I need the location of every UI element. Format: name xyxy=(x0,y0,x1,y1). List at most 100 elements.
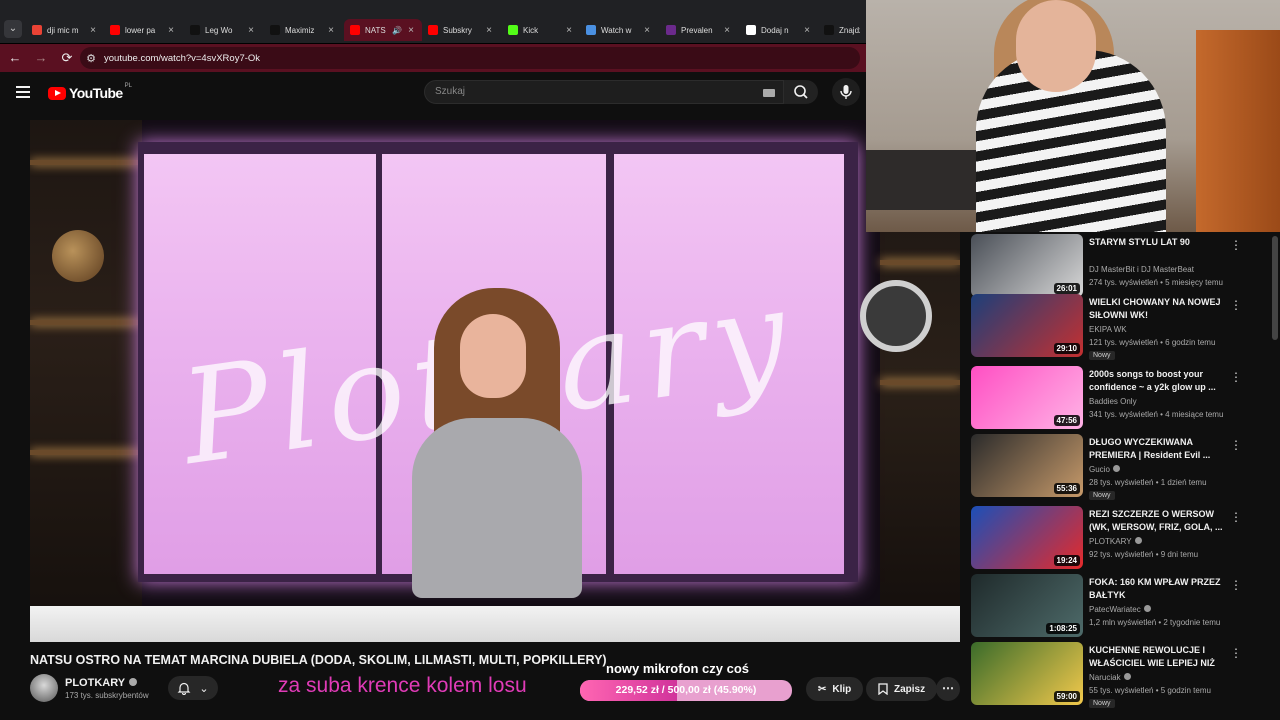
recommended-video-title[interactable]: REZI SZCZERZE O WERSOW (WK, WERSOW, FRIZ… xyxy=(1089,508,1223,534)
video-thumbnail[interactable]: 55:36 xyxy=(971,434,1083,497)
browser-tab[interactable]: Leg Wo × xyxy=(184,19,262,41)
video-thumbnail[interactable]: 19:24 xyxy=(971,506,1083,569)
close-tab-icon[interactable]: × xyxy=(802,25,812,36)
close-tab-icon[interactable]: × xyxy=(484,25,494,36)
close-tab-icon[interactable]: × xyxy=(246,25,256,36)
browser-tab[interactable]: Dodaj n × xyxy=(740,19,818,41)
channel-avatar[interactable] xyxy=(30,674,58,702)
address-bar[interactable]: ⚙ youtube.com/watch?v=4svXRoy7-Ok xyxy=(80,47,860,69)
recommended-channel[interactable]: Naruciak xyxy=(1089,673,1131,682)
tab-title: Watch w xyxy=(601,25,632,35)
recommended-video[interactable]: 1:08:25 FOKA: 160 KM WPŁAW PRZEZ BAŁTYK Pa… xyxy=(966,574,1266,638)
recommended-video-title[interactable]: DŁUGO WYCZEKIWANA PREMIERA | Resident Ev… xyxy=(1089,436,1223,462)
speaker-icon[interactable]: 🔊 xyxy=(392,26,402,35)
recommended-video[interactable]: 26:01 STARYM STYLU LAT 90 DJ MasterBit i D… xyxy=(966,234,1266,298)
recommended-channel[interactable]: Baddies Only xyxy=(1089,397,1137,406)
more-vertical-icon[interactable]: ⋮ xyxy=(1230,438,1242,452)
more-vertical-icon[interactable]: ⋮ xyxy=(1230,646,1242,660)
tab-title: Dodaj n xyxy=(761,25,789,35)
youtube-play-icon xyxy=(48,86,66,100)
video-duration: 29:10 xyxy=(1053,343,1080,354)
browser-tab[interactable]: Maximiz × xyxy=(264,19,342,41)
recommended-video-title[interactable]: WIELKI CHOWANY NA NOWEJ SIŁOWNI WK! xyxy=(1089,296,1223,322)
recommended-video[interactable]: 47:56 2000s songs to boost your confidenc… xyxy=(966,366,1266,430)
search-box xyxy=(424,80,784,104)
browser-tab[interactable]: Watch w × xyxy=(580,19,658,41)
url-text: youtube.com/watch?v=4svXRoy7-Ok xyxy=(104,52,261,64)
recommended-video[interactable]: 59:00 KUCHENNE REWOLUCJE I WŁAŚCICIEL WIE… xyxy=(966,642,1266,708)
video-thumbnail[interactable]: 29:10 xyxy=(971,294,1083,357)
recommended-channel[interactable]: EKIPA WK xyxy=(1089,325,1127,334)
globe-decoration xyxy=(52,230,104,282)
notifications-button[interactable]: ⌄ xyxy=(168,676,218,700)
close-tab-icon[interactable]: × xyxy=(88,25,98,36)
close-tab-icon[interactable]: × xyxy=(642,25,652,36)
reload-icon[interactable]: ⟳ xyxy=(56,47,78,69)
recommended-channel[interactable]: PLOTKARY xyxy=(1089,537,1142,546)
video-duration: 26:01 xyxy=(1053,283,1080,294)
sidebar-scrollbar[interactable] xyxy=(1272,236,1278,340)
close-tab-icon[interactable]: × xyxy=(406,25,416,36)
recommended-channel[interactable]: DJ MasterBit i DJ MasterBeat xyxy=(1089,265,1194,274)
recommended-channel-name: Naruciak xyxy=(1089,673,1121,682)
recommended-video-title[interactable]: 2000s songs to boost your confidence ~ a… xyxy=(1089,368,1223,394)
recommended-video-title[interactable]: KUCHENNE REWOLUCJE I WŁAŚCICIEL WIE LEPI… xyxy=(1089,644,1223,670)
browser-tab[interactable]: lower pa × xyxy=(104,19,182,41)
browser-tab[interactable]: Znajdź xyxy=(818,19,866,41)
search-input[interactable] xyxy=(435,86,745,97)
back-arrow-icon[interactable]: ← xyxy=(4,47,26,69)
browser-tab-strip: ⌄ dji mic m × lower pa × Leg Wo × Maximiz × NATS… xyxy=(0,0,866,44)
video-stats: 121 tys. wyświetleń • 6 godzin temu xyxy=(1089,338,1216,347)
browser-tab[interactable]: NATS 🔊 × xyxy=(344,19,422,41)
site-settings-icon[interactable]: ⚙ xyxy=(80,52,102,65)
video-thumbnail[interactable]: 1:08:25 xyxy=(971,574,1083,637)
browser-tab[interactable]: Prevalen × xyxy=(660,19,738,41)
forward-arrow-icon[interactable]: → xyxy=(30,47,52,69)
tab-title: Prevalen xyxy=(681,25,713,35)
recommended-channel-name: Baddies Only xyxy=(1089,397,1137,406)
menu-icon[interactable] xyxy=(16,86,30,100)
scissors-icon: ✂ xyxy=(818,683,827,695)
recommended-video[interactable]: 19:24 REZI SZCZERZE O WERSOW (WK, WERSOW,… xyxy=(966,506,1266,570)
channel-name[interactable]: PLOTKARY xyxy=(65,677,138,689)
recommended-video[interactable]: 55:36 DŁUGO WYCZEKIWANA PREMIERA | Reside… xyxy=(966,434,1266,500)
verified-icon xyxy=(1123,673,1131,680)
keyboard-icon[interactable] xyxy=(763,89,775,97)
save-button[interactable]: Zapisz xyxy=(866,677,938,701)
more-vertical-icon[interactable]: ⋮ xyxy=(1230,370,1242,384)
recommended-channel[interactable]: Gucio xyxy=(1089,465,1120,474)
video-thumbnail[interactable]: 59:00 xyxy=(971,642,1083,705)
more-actions-button[interactable]: ⋯ xyxy=(936,677,960,701)
search-button[interactable] xyxy=(784,80,818,104)
recommended-video-title[interactable]: STARYM STYLU LAT 90 xyxy=(1089,236,1223,249)
recommended-video[interactable]: 29:10 WIELKI CHOWANY NA NOWEJ SIŁOWNI WK!… xyxy=(966,294,1266,360)
more-vertical-icon[interactable]: ⋮ xyxy=(1230,578,1242,592)
recommended-channel[interactable]: PatecWariatec xyxy=(1089,605,1151,614)
browser-tab[interactable]: Kick × xyxy=(502,19,580,41)
video-thumbnail[interactable]: 47:56 xyxy=(971,366,1083,429)
browser-tab[interactable]: dji mic m × xyxy=(26,19,104,41)
new-badge: Nowy xyxy=(1089,699,1115,708)
more-vertical-icon[interactable]: ⋮ xyxy=(1230,238,1242,252)
close-tab-icon[interactable]: × xyxy=(722,25,732,36)
recommended-video-title[interactable]: FOKA: 160 KM WPŁAW PRZEZ BAŁTYK xyxy=(1089,576,1223,602)
tab-search-button[interactable]: ⌄ xyxy=(4,20,22,38)
studio-background-left xyxy=(30,120,142,642)
video-player[interactable]: Plotkary xyxy=(30,120,960,642)
video-duration: 47:56 xyxy=(1053,415,1080,426)
tab-favicon-icon xyxy=(824,25,834,35)
more-vertical-icon[interactable]: ⋮ xyxy=(1230,510,1242,524)
youtube-header: YouTube PL xyxy=(0,72,866,116)
video-stats: 274 tys. wyświetleń • 5 miesięcy temu xyxy=(1089,278,1223,287)
youtube-logo[interactable]: YouTube PL xyxy=(48,83,132,101)
close-tab-icon[interactable]: × xyxy=(326,25,336,36)
more-vertical-icon[interactable]: ⋮ xyxy=(1230,298,1242,312)
voice-search-button[interactable] xyxy=(832,78,860,106)
browser-tab[interactable]: Subskry × xyxy=(422,19,500,41)
tab-favicon-icon xyxy=(586,25,596,35)
close-tab-icon[interactable]: × xyxy=(166,25,176,36)
video-thumbnail[interactable]: 26:01 xyxy=(971,234,1083,297)
clip-button[interactable]: ✂ Klip xyxy=(806,677,864,701)
close-tab-icon[interactable]: × xyxy=(564,25,574,36)
clip-label: Klip xyxy=(832,683,852,695)
